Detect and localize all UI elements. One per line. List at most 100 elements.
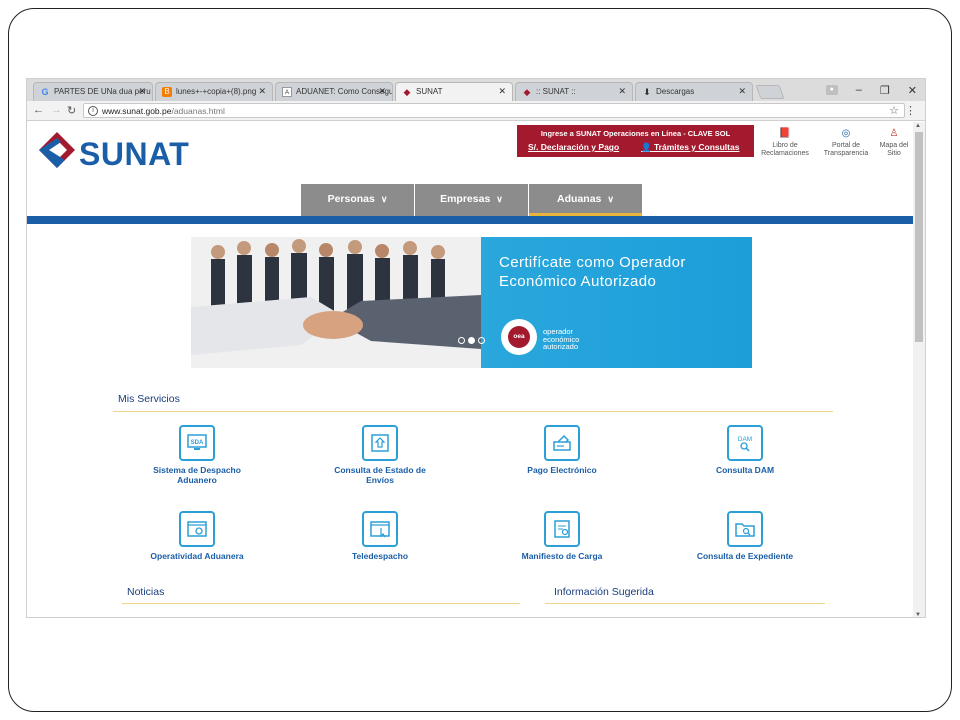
oea-logo-abbr: oea <box>508 326 530 348</box>
service-dam-query[interactable]: DAM Consulta DAM <box>685 425 805 475</box>
browser-tab[interactable]: ◆ :: SUNAT :: ✕ <box>515 82 633 101</box>
scroll-up-icon[interactable]: ▲ <box>915 123 921 129</box>
close-tab-icon[interactable]: ✕ <box>138 86 146 97</box>
sitemap-icon: ♙ <box>889 128 899 139</box>
main-menu: Personas ∨ Empresas ∨ Aduanas ∨ <box>301 184 643 216</box>
clave-sol-title: Ingrese a SUNAT Operaciones en Línea - C… <box>540 129 731 138</box>
transparency-portal-link[interactable]: ◎ Portal de Transparencia <box>818 128 874 158</box>
new-tab-button[interactable] <box>755 85 785 99</box>
service-file-query[interactable]: Consulta de Expediente <box>685 511 805 561</box>
page-viewport: SUNAT Ingrese a SUNAT Operaciones en Lín… <box>27 122 915 617</box>
procedures-link[interactable]: 👤 Trámites y Consultas <box>641 142 739 153</box>
browser-tab[interactable]: G PARTES DE UNa dua peru ✕ <box>33 82 153 101</box>
close-tab-icon[interactable]: ✕ <box>258 86 266 97</box>
browser-menu-icon[interactable]: ⋮ <box>905 104 916 117</box>
browser-tab[interactable]: B lunes+-+copia+(8).png ✕ <box>155 82 273 101</box>
service-shipment-status[interactable]: Consulta de Estado de Envíos <box>320 425 440 485</box>
shipment-status-icon <box>362 425 398 461</box>
menu-empresas[interactable]: Empresas ∨ <box>415 184 528 216</box>
url-input[interactable]: i www.sunat.gob.pe/aduanas.html <box>83 103 905 118</box>
url-host: www.sunat.gob.pe <box>102 106 172 116</box>
chevron-down-icon: ∨ <box>380 194 388 204</box>
section-divider <box>122 603 520 604</box>
tab-title: PARTES DE UNa dua peru <box>54 87 151 96</box>
service-customs-operations[interactable]: Operatividad Aduanera <box>137 511 257 561</box>
close-tab-icon[interactable]: ✕ <box>498 86 506 97</box>
oea-logo-text: operador económico autorizado <box>543 328 579 351</box>
service-cargo-manifest[interactable]: Manifiesto de Carga <box>502 511 622 561</box>
dam-search-icon: DAM <box>727 425 763 461</box>
scrollbar-thumb[interactable] <box>915 132 923 342</box>
chevron-down-icon: ∨ <box>496 194 503 204</box>
svg-text:DAM: DAM <box>738 436 752 443</box>
sitemap-link[interactable]: ♙ Mapa del Sitio <box>872 128 915 158</box>
close-tab-icon[interactable]: ✕ <box>738 86 746 97</box>
service-label: Pago Electrónico <box>527 465 597 475</box>
info-icon[interactable]: i <box>88 106 98 116</box>
tab-title: lunes+-+copia+(8).png <box>176 87 257 96</box>
tab-title: Descargas <box>656 87 695 96</box>
reload-icon[interactable]: ↻ <box>67 104 76 117</box>
chevron-down-icon: ∨ <box>607 194 614 204</box>
forward-icon[interactable]: → <box>51 104 62 116</box>
service-label: Consulta de Estado de Envíos <box>334 465 426 485</box>
service-label: Teledespacho <box>351 551 409 561</box>
download-icon: ⬇ <box>643 87 651 97</box>
close-window-icon[interactable]: ✕ <box>908 84 917 97</box>
minimize-icon[interactable]: – <box>856 84 862 96</box>
page-icon: A <box>282 87 292 97</box>
file-search-icon <box>727 511 763 547</box>
banner-title: Certifícate como Operador Económico Auto… <box>499 254 686 290</box>
sunat-diamond-icon <box>39 132 75 168</box>
carousel-dot[interactable] <box>478 337 485 344</box>
svg-text:SDA: SDA <box>191 440 204 446</box>
tab-title: :: SUNAT :: <box>536 87 576 96</box>
profile-icon[interactable]: ● <box>825 85 838 95</box>
page-scrollbar[interactable]: ▲ ▼ <box>913 122 925 617</box>
browser-tab-active[interactable]: ◆ SUNAT ✕ <box>395 82 513 102</box>
tab-title: SUNAT <box>416 87 443 96</box>
bookmark-star-icon[interactable]: ☆ <box>889 104 899 117</box>
logo-text: SUNAT <box>79 136 190 172</box>
complaint-book-link[interactable]: 📕 Libro de Reclamaciones <box>757 128 813 158</box>
menu-label: Personas <box>327 193 375 205</box>
carousel-dot[interactable] <box>458 337 465 344</box>
carousel-dots <box>458 337 485 344</box>
sitemap-label: Mapa del Sitio <box>879 142 909 157</box>
section-divider <box>545 603 825 604</box>
close-tab-icon[interactable]: ✕ <box>618 86 626 97</box>
service-electronic-payment[interactable]: Pago Electrónico <box>502 425 622 475</box>
declaration-payment-link[interactable]: S/. Declaración y Pago <box>528 142 619 152</box>
restore-icon[interactable]: ❐ <box>880 84 890 97</box>
sunat-logo[interactable]: SUNAT <box>35 128 215 176</box>
url-path: /aduanas.html <box>171 106 225 116</box>
suggested-info-title: Información Sugerida <box>554 586 654 598</box>
menu-aduanas[interactable]: Aduanas ∨ <box>529 184 642 216</box>
google-icon: G <box>41 87 49 97</box>
section-divider <box>113 411 833 412</box>
service-sda[interactable]: SDA Sistema de Despacho Aduanero <box>137 425 257 485</box>
cargo-manifest-icon <box>544 511 580 547</box>
menu-personas[interactable]: Personas ∨ <box>301 184 414 216</box>
blogger-icon: B <box>162 87 172 97</box>
tab-strip: G PARTES DE UNa dua peru ✕ B lunes+-+cop… <box>27 79 925 102</box>
user-icon: 👤 <box>641 142 654 152</box>
business-people-handshake-image <box>191 237 481 368</box>
browser-tab[interactable]: ⬇ Descargas ✕ <box>635 82 753 101</box>
service-teledespacho[interactable]: Teledespacho <box>320 511 440 561</box>
clave-sol-box: Ingrese a SUNAT Operaciones en Línea - C… <box>517 125 754 157</box>
menu-label: Aduanas <box>557 193 602 205</box>
browser-tab[interactable]: A ADUANET: Como Consegu ✕ <box>275 82 393 101</box>
sunat-favicon-icon: ◆ <box>523 87 531 97</box>
header-band <box>27 216 915 224</box>
close-tab-icon[interactable]: ✕ <box>378 86 386 97</box>
service-label: Operatividad Aduanera <box>150 551 244 561</box>
scroll-down-icon[interactable]: ▼ <box>915 612 921 617</box>
sda-monitor-icon: SDA <box>179 425 215 461</box>
carousel-dot-active[interactable] <box>468 337 475 344</box>
back-icon[interactable]: ← <box>33 104 44 116</box>
service-label: Sistema de Despacho Aduanero <box>153 465 241 485</box>
service-label: Consulta DAM <box>715 465 775 475</box>
oea-banner[interactable]: Certifícate como Operador Económico Auto… <box>191 237 752 368</box>
menu-label: Empresas <box>440 193 491 205</box>
